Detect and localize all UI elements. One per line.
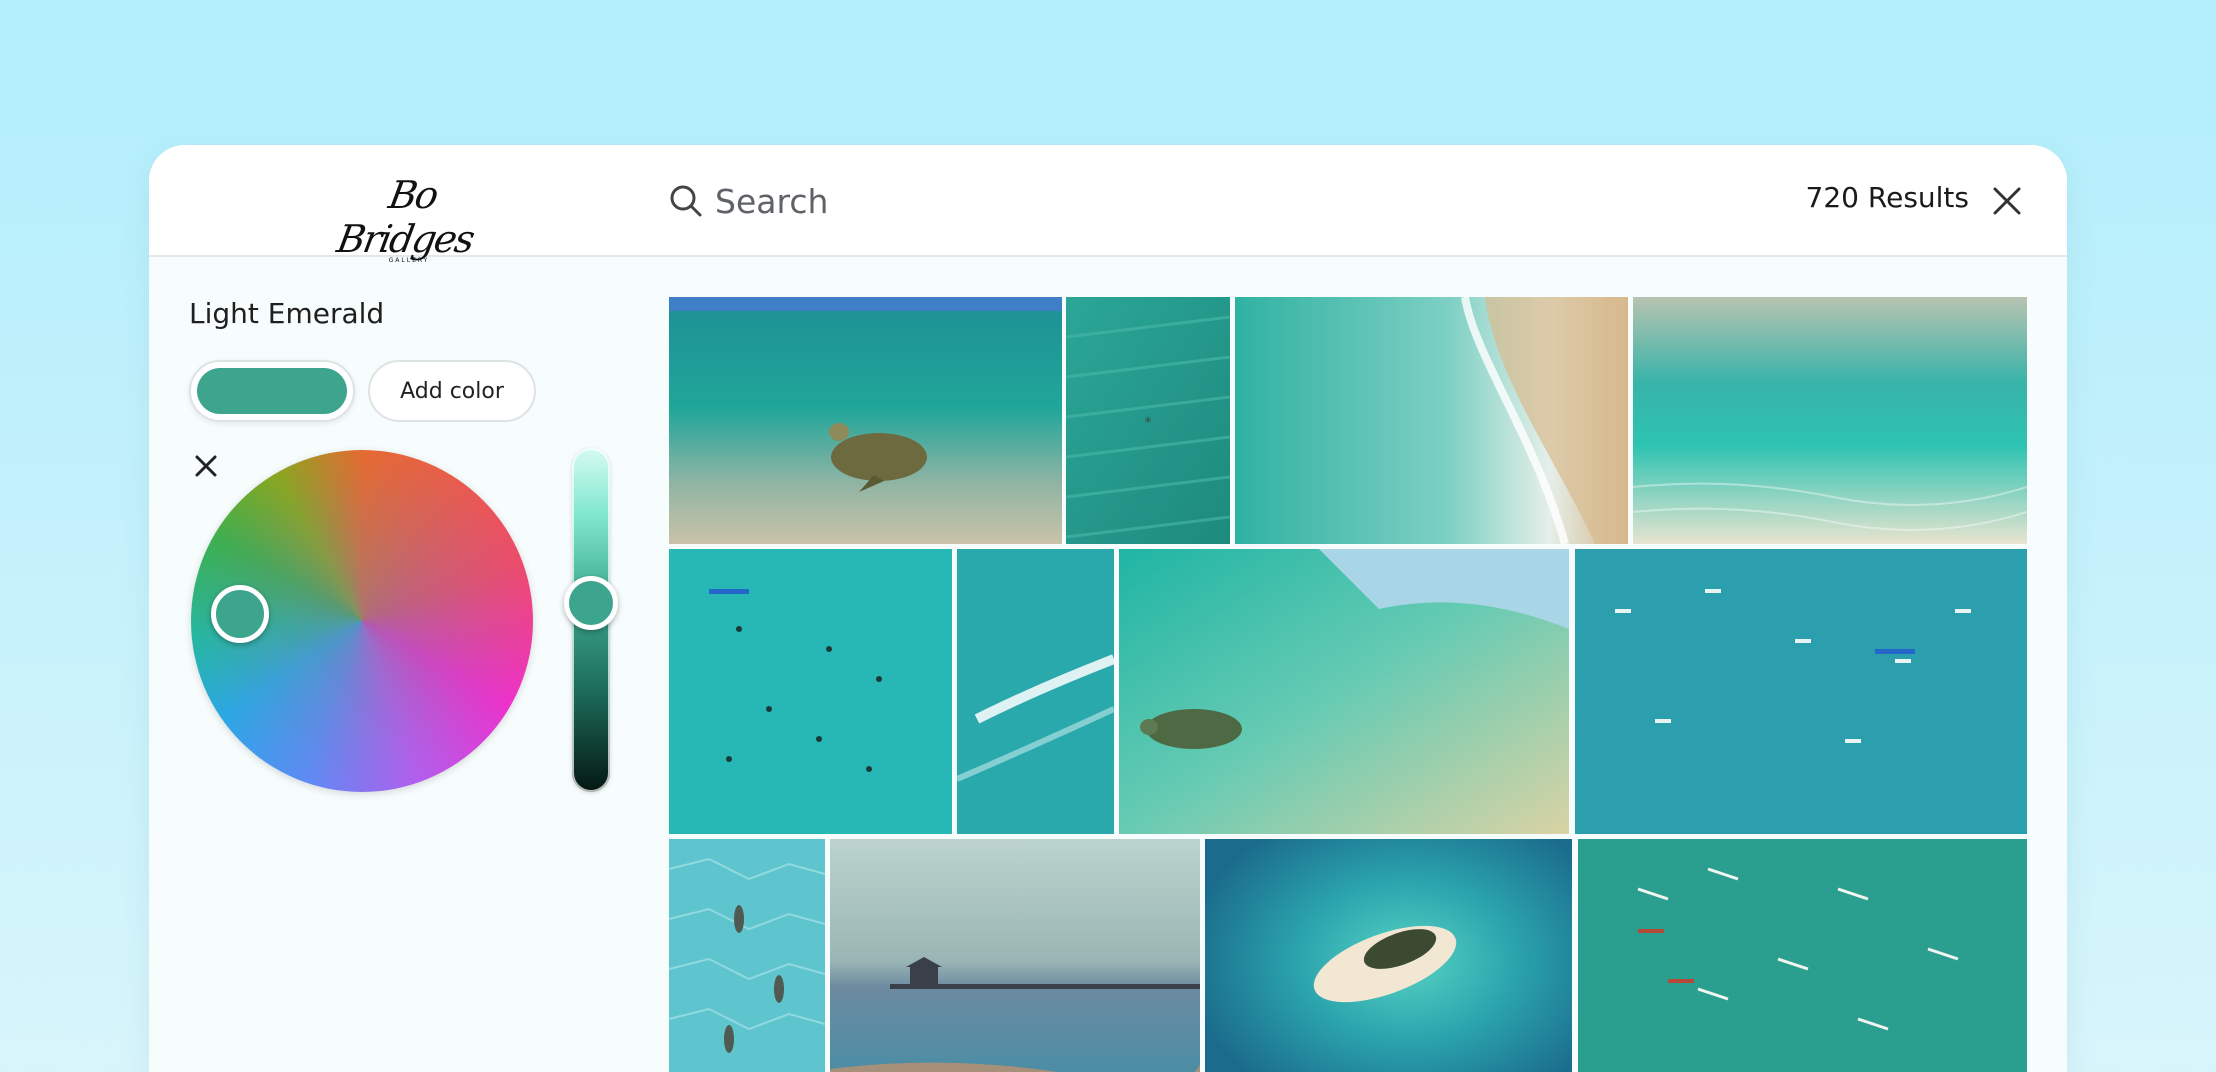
close-icon[interactable] (1987, 181, 2027, 221)
selected-color-swatch[interactable] (189, 360, 355, 422)
color-name-label: Light Emerald (189, 297, 385, 330)
brand-logo[interactable]: Bo Bridges GALLERY (334, 173, 479, 264)
search-icon (670, 185, 702, 217)
photo-tile[interactable] (1205, 839, 1572, 1072)
photo-sharks-shallows (669, 839, 825, 1072)
photo-tile[interactable] (1119, 549, 1569, 834)
brightness-slider-handle[interactable] (564, 576, 618, 630)
photo-turtle-underwater (669, 297, 1062, 544)
photo-tile[interactable] (669, 549, 952, 834)
photo-outrigger-boats (1578, 839, 2027, 1072)
photo-aerial-surfers (669, 549, 952, 834)
add-color-button[interactable]: Add color (368, 360, 536, 422)
swatch-fill (197, 368, 347, 414)
photo-tile[interactable] (1633, 297, 2027, 544)
photo-underwater-sand (1633, 297, 2027, 544)
photo-sandbar-island (1205, 839, 1572, 1072)
photo-tile[interactable] (1235, 297, 1628, 544)
photo-pier (830, 839, 1200, 1072)
photo-tile[interactable] (1578, 839, 2027, 1072)
svg-text:*: * (1145, 415, 1152, 431)
photo-paddle-boarders (1575, 549, 2027, 834)
search-input[interactable] (715, 175, 1715, 227)
photo-tile[interactable] (669, 297, 1062, 544)
photo-aerial-shore (1235, 297, 1628, 544)
search-window: Bo Bridges GALLERY 720 Results Light Eme… (149, 145, 2067, 1072)
photo-tile[interactable] (1575, 549, 2027, 834)
photo-tile[interactable]: * (1066, 297, 1230, 544)
clear-icon[interactable] (191, 451, 221, 481)
photo-tile[interactable] (669, 839, 825, 1072)
photo-starfish-sand: * (1066, 297, 1230, 544)
logo-script: Bo Bridges (333, 173, 477, 261)
photo-tile[interactable] (957, 549, 1114, 834)
photo-tile[interactable] (830, 839, 1200, 1072)
results-count: 720 Results (1805, 181, 1969, 214)
header-bar: Bo Bridges GALLERY 720 Results (149, 145, 2067, 264)
color-wheel-handle[interactable] (211, 585, 269, 643)
photo-aerial-wave (957, 549, 1114, 834)
photo-turtle-wave (1119, 549, 1569, 834)
